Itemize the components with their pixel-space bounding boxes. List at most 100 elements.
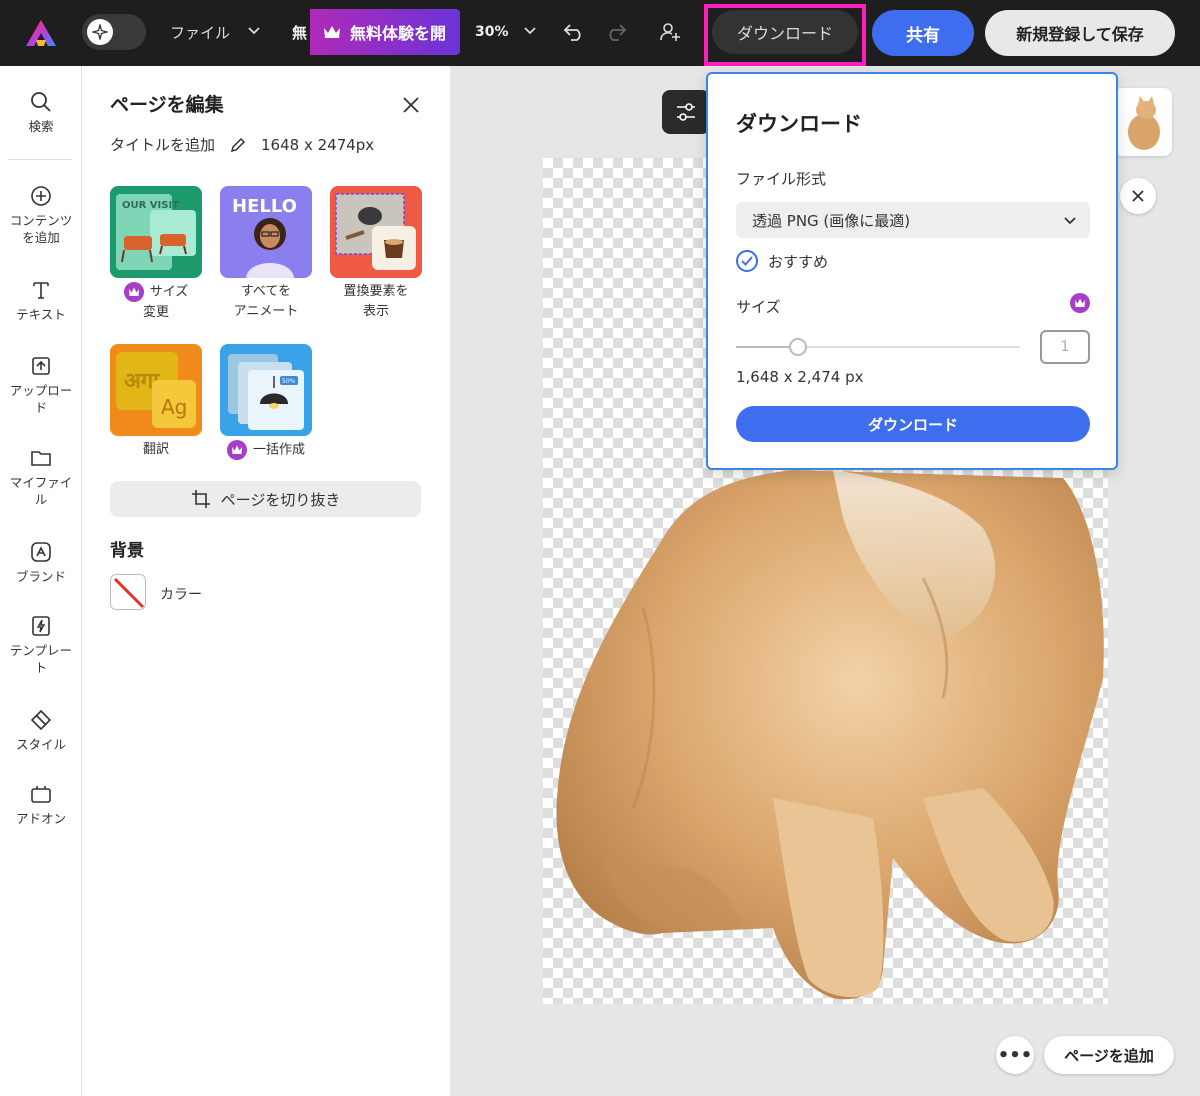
ag-text: Ag [161, 395, 187, 419]
rail-item-addons[interactable]: アドオン [0, 782, 82, 827]
chevron-down-icon[interactable] [248, 24, 260, 36]
title-row: タイトルを追加 1648 x 2474px [110, 134, 374, 155]
translate-tile[interactable]: अगा Ag [110, 344, 202, 436]
rail-item-brand[interactable]: ブランド [0, 540, 82, 585]
pencil-icon[interactable] [229, 136, 247, 154]
search-icon [31, 92, 51, 112]
rail-item-templates[interactable]: テンプレート [0, 614, 82, 676]
rail-item-label: スタイル [15, 737, 66, 752]
rail-item-my-files[interactable]: マイファイル [0, 446, 82, 508]
file-menu[interactable]: ファイル [170, 22, 230, 43]
bulk-create-thumbnail: 50% [228, 354, 304, 430]
size-label: サイズ [736, 298, 781, 316]
bulk-create-tile-label: 一括作成 [206, 440, 326, 461]
rail-item-label: アップロード [9, 383, 73, 415]
premium-crown-icon [123, 282, 144, 302]
ai-toggle[interactable] [82, 14, 146, 50]
crop-page-button[interactable]: ページを切り抜き [110, 481, 421, 517]
replace-elements-tile[interactable] [330, 186, 422, 278]
chevron-down-icon [1064, 217, 1076, 225]
rail-item-style[interactable]: スタイル [0, 708, 82, 753]
discount-badge-text: 50% [282, 378, 296, 385]
text-icon [33, 282, 49, 299]
zoom-level[interactable]: 30% [475, 24, 509, 40]
app-logo-icon[interactable] [24, 18, 58, 48]
file-format-select[interactable]: 透過 PNG (画像に最適) [736, 202, 1090, 238]
rail-item-label: テキスト [16, 307, 66, 322]
premium-crown-icon [226, 440, 247, 460]
add-title-link[interactable]: タイトルを追加 [110, 134, 215, 155]
download-highlight-box [704, 4, 866, 66]
zoom-chevron-icon[interactable] [524, 24, 536, 36]
signup-save-button[interactable]: 新規登録して保存 [985, 10, 1175, 56]
crop-page-label: ページを切り抜き [220, 490, 341, 509]
premium-crown-icon [1070, 292, 1090, 313]
redo-icon[interactable] [602, 18, 630, 46]
rail-divider [8, 159, 72, 160]
left-rail: 検索 コンテンツを追加 テキスト アップロード マイファイル ブランド テンプレ… [0, 66, 82, 1096]
check-circle-icon [736, 250, 758, 272]
output-dimensions: 1,648 x 2,474 px [736, 368, 864, 386]
free-trial-label: 無料体験を開 [350, 24, 447, 43]
background-color-swatch[interactable] [110, 574, 146, 610]
background-color-label: カラー [160, 587, 202, 603]
close-icon[interactable] [400, 94, 422, 116]
undo-icon[interactable] [560, 18, 588, 46]
rail-item-search[interactable]: 検索 [0, 90, 82, 135]
recommended-label: おすすめ [768, 252, 829, 271]
bulk-create-tile[interactable]: 50% [220, 344, 312, 436]
adjust-filter-button[interactable] [662, 90, 710, 134]
rail-item-label: テンプレート [9, 643, 73, 675]
panel-title: ページを編集 [110, 94, 224, 116]
close-icon [1132, 190, 1144, 202]
animate-thumbnail: HELLO [232, 196, 297, 278]
size-slider[interactable] [736, 338, 1020, 356]
style-icon [30, 709, 52, 731]
size-input[interactable]: 1 [1040, 330, 1090, 364]
add-page-button[interactable]: ページを追加 [1044, 1036, 1174, 1074]
upload-icon [32, 357, 50, 375]
download-popover-title: ダウンロード [736, 112, 862, 136]
resize-tile-label: サイズ 変更 [96, 282, 216, 323]
file-format-label: ファイル形式 [736, 170, 827, 188]
brand-icon [31, 542, 51, 562]
background-section-title: 背景 [110, 541, 144, 561]
translate-tile-label: 翻訳 [142, 442, 169, 457]
truncated-menu-text[interactable]: 無 [292, 22, 307, 43]
edit-page-panel: ページを編集 タイトルを追加 1648 x 2474px OUR VISIT H… [82, 66, 450, 1096]
crown-icon [322, 24, 342, 40]
animate-tile-label: すべてを アニメート [233, 284, 299, 319]
recommended-badge: おすすめ [736, 250, 828, 272]
resize-tile[interactable]: OUR VISIT [110, 186, 202, 278]
share-button[interactable]: 共有 [872, 10, 974, 56]
more-options-button[interactable]: ••• [996, 1036, 1034, 1074]
page-dimensions: 1648 x 2474px [261, 135, 375, 154]
rail-item-label: マイファイル [9, 475, 73, 507]
page-thumbnail[interactable] [1114, 88, 1172, 156]
rail-item-label: アドオン [15, 811, 66, 826]
rail-item-label: 検索 [28, 119, 54, 134]
top-bar: ファイル 無 無料体験を開 30% ダウンロード 共有 新規登録して保存 [0, 0, 1200, 66]
rail-item-text[interactable]: テキスト [0, 278, 82, 323]
rail-item-add-content[interactable]: コンテンツを追加 [0, 184, 82, 246]
animate-all-tile[interactable]: HELLO [220, 186, 312, 278]
addon-icon [31, 786, 51, 803]
rail-item-upload[interactable]: アップロード [0, 354, 82, 416]
translate-thumbnail: अगा Ag [116, 352, 196, 428]
popover-download-button[interactable]: ダウンロード [736, 406, 1090, 442]
folder-icon [31, 451, 51, 466]
template-icon [32, 616, 50, 636]
rail-item-label: ブランド [15, 569, 66, 584]
size-slider-thumb[interactable] [789, 338, 807, 356]
add-collaborator-icon[interactable] [656, 18, 684, 46]
no-color-icon [113, 577, 145, 609]
replace-tile-label: 置換要素を 表示 [343, 284, 409, 319]
canvas-close-button[interactable] [1120, 178, 1156, 214]
free-trial-button[interactable]: 無料体験を開 [310, 9, 460, 55]
crop-icon [191, 490, 210, 508]
resize-thumbnail: OUR VISIT [116, 194, 196, 270]
download-popover: ダウンロード ファイル形式 透過 PNG (画像に最適) おすすめ サイズ 1 … [706, 72, 1118, 470]
sparkle-icon [87, 19, 113, 45]
rail-item-label: コンテンツを追加 [9, 213, 73, 245]
cat-thumbnail [1128, 96, 1160, 150]
